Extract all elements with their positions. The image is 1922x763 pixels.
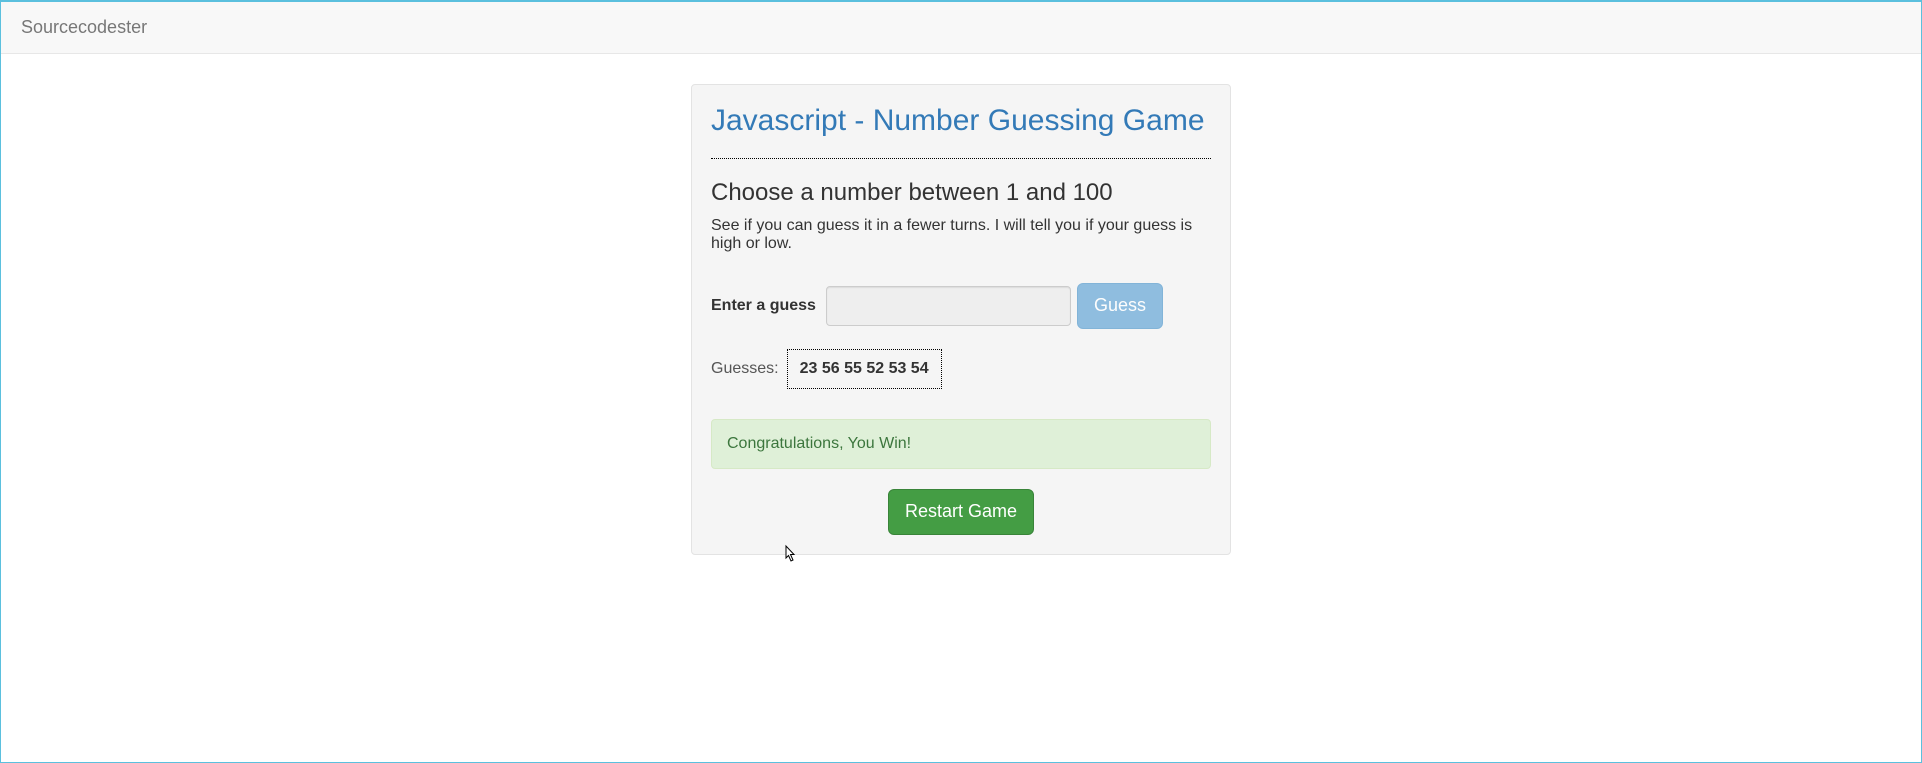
guess-input-label: Enter a guess xyxy=(711,297,816,315)
guesses-label: Guesses: xyxy=(711,360,779,378)
guess-input[interactable] xyxy=(826,286,1071,326)
guess-form: Enter a guess Guess xyxy=(711,283,1211,329)
game-panel: Javascript - Number Guessing Game Choose… xyxy=(691,84,1231,555)
page-title: Javascript - Number Guessing Game xyxy=(711,104,1211,138)
guesses-list: 23 56 55 52 53 54 xyxy=(787,349,942,389)
container: Javascript - Number Guessing Game Choose… xyxy=(376,84,1546,555)
restart-container: Restart Game xyxy=(711,489,1211,535)
instruction-text: See if you can guess it in a fewer turns… xyxy=(711,217,1211,253)
navbar-brand[interactable]: Sourcecodester xyxy=(16,2,152,53)
restart-button[interactable]: Restart Game xyxy=(888,489,1034,535)
result-alert: Congratulations, You Win! xyxy=(711,419,1211,469)
guesses-row: Guesses: 23 56 55 52 53 54 xyxy=(711,349,1211,389)
main-column: Javascript - Number Guessing Game Choose… xyxy=(676,84,1246,555)
navbar: Sourcecodester xyxy=(1,2,1921,54)
divider xyxy=(711,158,1211,159)
guess-button[interactable]: Guess xyxy=(1077,283,1163,329)
instruction-heading: Choose a number between 1 and 100 xyxy=(711,179,1211,207)
